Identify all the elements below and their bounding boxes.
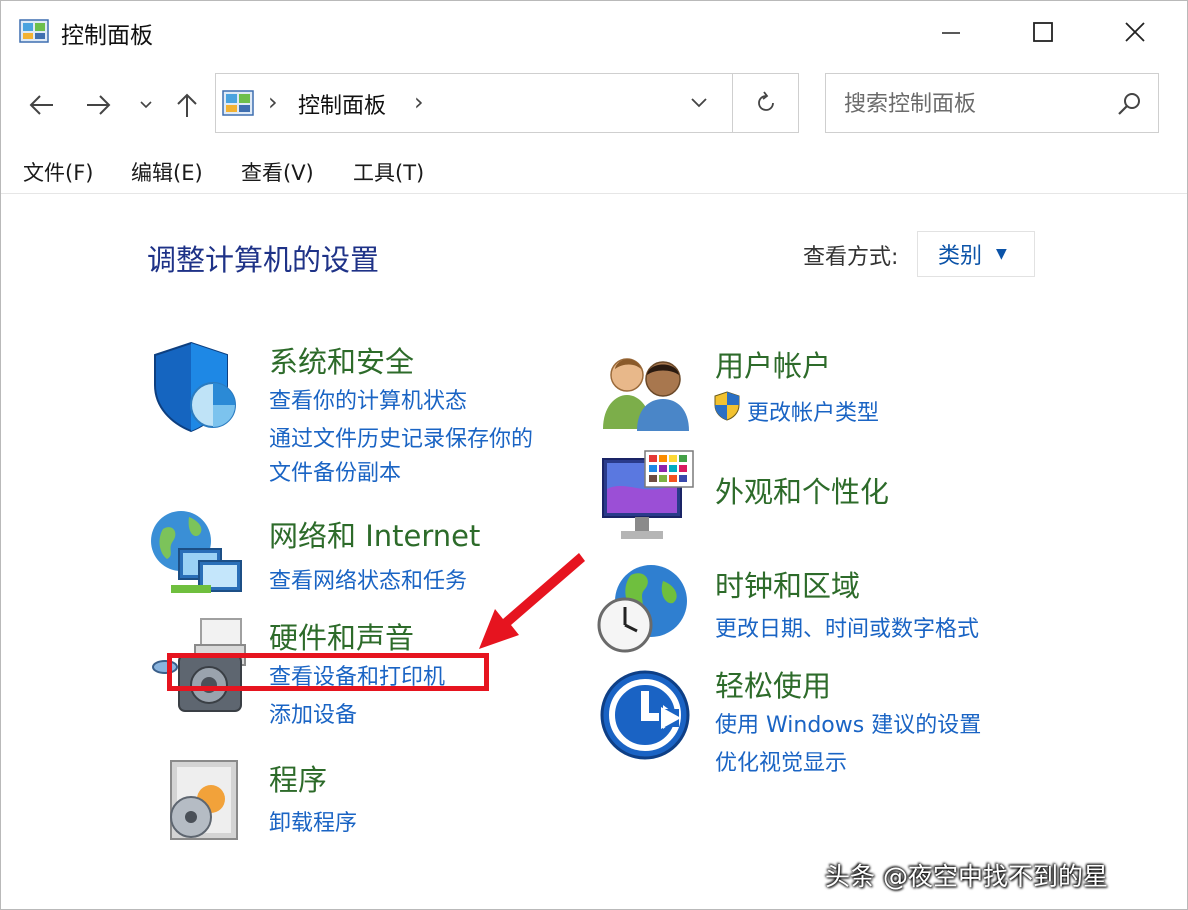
view-by-label: 查看方式:: [803, 245, 899, 270]
link-network-status-tasks[interactable]: 查看网络状态和任务: [269, 563, 467, 595]
menu-file[interactable]: 文件(F): [23, 157, 93, 187]
user-accounts-icon: [603, 358, 689, 431]
link-add-device[interactable]: 添加设备: [269, 697, 357, 729]
recent-locations-button[interactable]: [131, 85, 161, 125]
watermark-text: 头条 @夜空中找不到的星: [825, 862, 1108, 891]
red-arrow-icon: [479, 553, 585, 649]
uac-shield-icon: [714, 391, 740, 421]
view-by-value: 类别: [938, 244, 983, 269]
control-panel-window: 控制面板 › 控制面板 › 搜索控制面板 文件(F) 编辑(E) 查看(V) 工…: [0, 0, 1188, 910]
menu-tools[interactable]: 工具(T): [353, 157, 424, 187]
control-panel-icon: [222, 90, 254, 116]
refresh-icon: [758, 91, 774, 111]
search-box[interactable]: [825, 73, 1159, 133]
category-hardware-sound[interactable]: 硬件和声音: [269, 615, 414, 657]
up-button[interactable]: [167, 85, 207, 125]
category-clock-region[interactable]: 时钟和区域: [715, 563, 860, 605]
category-programs[interactable]: 程序: [269, 757, 327, 799]
search-input[interactable]: [842, 86, 1106, 122]
menu-edit[interactable]: 编辑(E): [131, 157, 203, 187]
network-globe-icon: [151, 511, 242, 593]
back-arrow-icon: [29, 95, 53, 115]
back-button[interactable]: [21, 85, 61, 125]
maximize-button[interactable]: [1003, 9, 1083, 55]
close-button[interactable]: [1095, 9, 1175, 55]
window-title: 控制面板: [61, 23, 153, 49]
programs-icon: [170, 760, 238, 840]
link-view-computer-status[interactable]: 查看你的计算机状态: [269, 383, 467, 415]
title-bar: 控制面板: [1, 1, 1187, 63]
link-uninstall-program[interactable]: 卸载程序: [269, 805, 357, 837]
chevron-down-icon: [691, 98, 707, 108]
breadcrumb-chevron-icon[interactable]: ›: [268, 88, 278, 116]
chevron-down-icon: [140, 101, 152, 109]
forward-button[interactable]: [79, 85, 119, 125]
highlight-box: [167, 653, 489, 691]
address-history-dropdown[interactable]: [682, 86, 716, 120]
address-bar[interactable]: › 控制面板 ›: [215, 73, 799, 133]
menu-view[interactable]: 查看(V): [241, 157, 314, 187]
category-user-accounts[interactable]: 用户帐户: [715, 343, 831, 385]
refresh-button[interactable]: [732, 74, 799, 132]
category-system-security[interactable]: 系统和安全: [269, 339, 414, 381]
menu-bar: 文件(F) 编辑(E) 查看(V) 工具(T): [1, 149, 1187, 194]
up-arrow-icon: [177, 93, 197, 117]
minimize-button[interactable]: [911, 9, 991, 55]
close-icon: [1125, 22, 1145, 42]
control-panel-icon: [19, 19, 49, 43]
category-ease-of-access[interactable]: 轻松使用: [715, 663, 831, 705]
personalization-monitor-icon: [602, 450, 694, 539]
link-change-date-time-format[interactable]: 更改日期、时间或数字格式: [715, 611, 979, 643]
ease-of-access-icon: [600, 670, 690, 760]
shield-icon: [154, 341, 236, 433]
maximize-icon: [1033, 22, 1053, 42]
link-windows-recommended-settings[interactable]: 使用 Windows 建议的设置: [715, 707, 981, 739]
triangle-down-icon: ▼: [996, 246, 1007, 262]
link-change-account-type[interactable]: 更改帐户类型: [747, 395, 879, 427]
view-by-dropdown[interactable]: 类别 ▼: [917, 231, 1035, 277]
category-network-internet[interactable]: 网络和 Internet: [269, 513, 480, 555]
minimize-icon: [942, 32, 960, 34]
category-appearance-personalization[interactable]: 外观和个性化: [715, 469, 889, 511]
search-icon[interactable]: [1116, 90, 1144, 118]
clock-globe-icon: [597, 565, 687, 653]
forward-arrow-icon: [87, 95, 111, 115]
breadcrumb-control-panel[interactable]: 控制面板: [298, 88, 386, 120]
breadcrumb-chevron-icon[interactable]: ›: [414, 88, 424, 116]
page-heading: 调整计算机的设置: [147, 243, 380, 277]
link-optimize-visual-display[interactable]: 优化视觉显示: [715, 745, 847, 777]
link-file-history-save[interactable]: 通过文件历史记录保存你的: [269, 421, 533, 453]
link-file-backup-copy[interactable]: 文件备份副本: [269, 455, 401, 487]
